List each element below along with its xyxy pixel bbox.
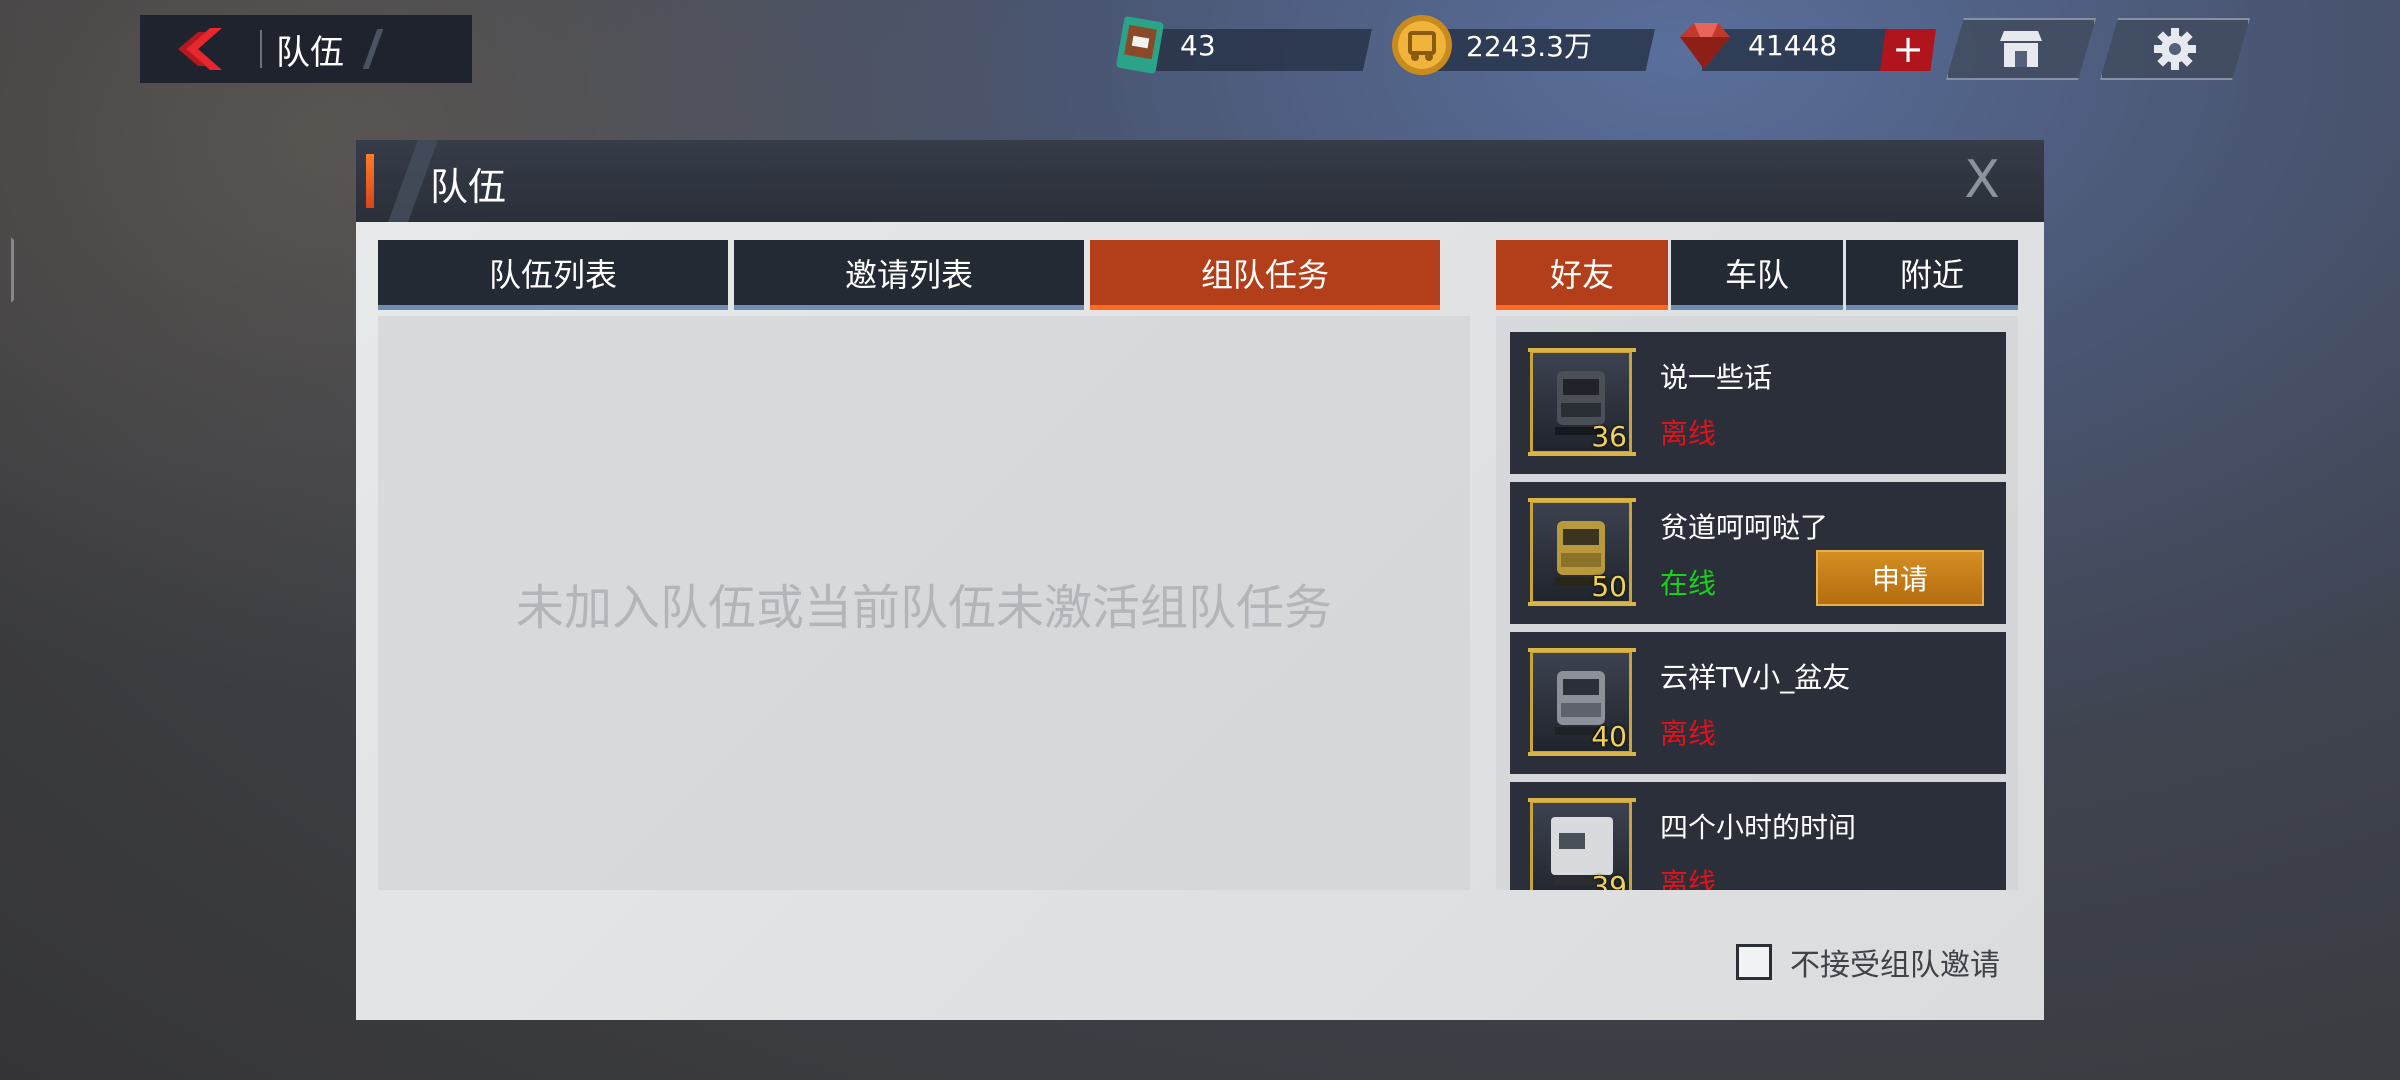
decline-invites-option[interactable]: 不接受组队邀请	[1736, 940, 2000, 984]
dialog-title: 队伍	[430, 165, 507, 209]
friend-status: 在线	[1660, 567, 1717, 600]
friend-item[interactable]: 40 云祥TV小_盆友 离线	[1510, 632, 2006, 774]
truck-avatar: 50	[1528, 498, 1636, 606]
card-count: 43	[1180, 28, 1216, 62]
friend-list[interactable]: 36 说一些话 离线 50 贫道呵呵哒了 在线 申请 40 云祥TV小_盆友 离…	[1496, 316, 2018, 890]
gem-icon	[1680, 23, 1730, 69]
level-badge: 36	[1591, 420, 1627, 453]
coin-count: 2243.3万	[1466, 30, 1592, 63]
friend-status: 离线	[1660, 867, 1717, 890]
divider	[260, 30, 262, 68]
dialog-body: 队伍列表 邀请列表 组队任务 未加入队伍或当前队伍未激活组队任务 好友 车队 附…	[356, 222, 2044, 1020]
screen-title: 队伍	[276, 32, 344, 73]
decor-slash	[362, 29, 384, 69]
friend-item[interactable]: 50 贫道呵呵哒了 在线 申请	[1510, 482, 2006, 624]
team-dialog: 队伍 X 队伍列表 邀请列表 组队任务 未加入队伍或当前队伍未激活组队任务 好友…	[356, 140, 2044, 1020]
tab-team-mission[interactable]: 组队任务	[1090, 240, 1440, 310]
empty-message: 未加入队伍或当前队伍未激活组队任务	[515, 580, 1332, 636]
main-tabs: 队伍列表 邀请列表 组队任务	[378, 240, 1440, 310]
back-arrow-icon	[178, 28, 222, 70]
level-badge: 50	[1591, 570, 1627, 603]
level-badge: 40	[1591, 720, 1627, 753]
mission-panel: 未加入队伍或当前队伍未激活组队任务	[378, 316, 1470, 890]
friend-status: 离线	[1660, 417, 1717, 450]
truck-avatar: 39	[1528, 798, 1636, 890]
currency-coins: 2243.3万	[1390, 15, 1655, 75]
level-badge: 39	[1591, 870, 1627, 890]
friend-name: 说一些话	[1660, 361, 1773, 394]
header-accent	[366, 154, 374, 208]
truck-avatar: 40	[1528, 648, 1636, 756]
card-icon	[1116, 16, 1164, 74]
gear-icon	[2154, 28, 2196, 70]
shop-button[interactable]	[1946, 18, 2096, 80]
apply-button[interactable]: 申请	[1816, 550, 1984, 606]
friend-item[interactable]: 36 说一些话 离线	[1510, 332, 2006, 474]
currency-cards: 43	[1112, 16, 1372, 74]
decline-invites-checkbox[interactable]	[1736, 944, 1772, 980]
friend-item[interactable]: 39 四个小时的时间 离线	[1510, 782, 2006, 890]
friend-tabs: 好友 车队 附近	[1496, 240, 2018, 310]
truck-avatar: 36	[1528, 348, 1636, 456]
back-button[interactable]	[140, 15, 260, 83]
top-bar: 队伍	[140, 15, 472, 83]
currency-gems: 41448	[1672, 20, 1912, 71]
tab-invite-list[interactable]: 邀请列表	[734, 240, 1084, 310]
friend-status: 离线	[1660, 717, 1717, 750]
shop-icon	[2000, 31, 2042, 67]
friend-name: 四个小时的时间	[1660, 811, 1857, 844]
friend-name: 贫道呵呵哒了	[1660, 511, 1829, 544]
friend-name: 云祥TV小_盆友	[1660, 661, 1851, 694]
dialog-header: 队伍 X	[356, 140, 2044, 222]
tab-nearby[interactable]: 附近	[1846, 240, 2018, 310]
settings-button[interactable]	[2100, 18, 2250, 80]
decline-invites-label: 不接受组队邀请	[1790, 948, 2000, 983]
add-currency-button[interactable]: +	[1880, 29, 1936, 71]
tab-friends[interactable]: 好友	[1496, 240, 1668, 310]
tab-fleet[interactable]: 车队	[1671, 240, 1843, 310]
close-button[interactable]: X	[1954, 150, 2010, 210]
tab-team-list[interactable]: 队伍列表	[378, 240, 728, 310]
gem-count: 41448	[1748, 28, 1838, 62]
coin-icon	[1392, 15, 1452, 75]
